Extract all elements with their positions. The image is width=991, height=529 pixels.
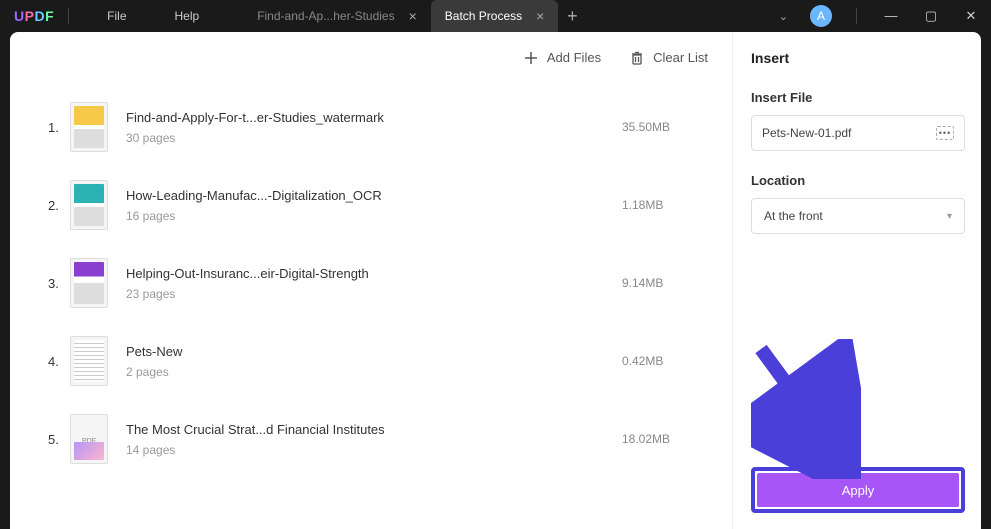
file-pages: 30 pages bbox=[126, 131, 622, 145]
location-label: Location bbox=[751, 173, 965, 188]
file-row[interactable]: 4. Pets-New 2 pages0.42MB bbox=[10, 322, 732, 400]
titlebar: UPDF File Help Find-and-Ap...her-Studies… bbox=[0, 0, 991, 32]
tabs: Find-and-Ap...her-Studies × Batch Proces… bbox=[243, 0, 586, 32]
file-name: Helping-Out-Insuranc...eir-Digital-Stren… bbox=[126, 266, 622, 281]
file-info: Pets-New 2 pages bbox=[126, 344, 622, 379]
content: Add Files Clear List 1. Find-and-Apply-Fo… bbox=[10, 32, 981, 529]
close-icon[interactable]: × bbox=[409, 8, 417, 24]
file-name: Find-and-Apply-For-t...er-Studies_waterm… bbox=[126, 110, 622, 125]
file-size: 0.42MB bbox=[622, 354, 712, 368]
file-name: Pets-New bbox=[126, 344, 622, 359]
file-index: 4. bbox=[48, 354, 70, 369]
chevron-down-icon: ▾ bbox=[947, 211, 952, 222]
chevron-down-icon[interactable]: ⌄ bbox=[767, 10, 800, 23]
tab-find-apply[interactable]: Find-and-Ap...her-Studies × bbox=[243, 0, 431, 32]
app-logo: UPDF bbox=[14, 8, 54, 24]
plus-icon bbox=[523, 50, 539, 66]
divider bbox=[856, 8, 857, 24]
file-pages: 14 pages bbox=[126, 443, 622, 457]
file-pages: 16 pages bbox=[126, 209, 622, 223]
file-name: How-Leading-Manufac...-Digitalization_OC… bbox=[126, 188, 622, 203]
file-index: 3. bbox=[48, 276, 70, 291]
menu-help[interactable]: Help bbox=[151, 9, 224, 23]
file-size: 18.02MB bbox=[622, 432, 712, 446]
file-size: 9.14MB bbox=[622, 276, 712, 290]
panel-title: Insert bbox=[751, 50, 965, 66]
apply-highlight: Apply bbox=[751, 467, 965, 513]
divider bbox=[68, 8, 69, 24]
add-files-label: Add Files bbox=[547, 50, 601, 65]
file-pages: 23 pages bbox=[126, 287, 622, 301]
file-row[interactable]: 2. How-Leading-Manufac...-Digitalization_… bbox=[10, 166, 732, 244]
file-info: Helping-Out-Insuranc...eir-Digital-Stren… bbox=[126, 266, 622, 301]
insert-file-value: Pets-New-01.pdf bbox=[762, 126, 851, 140]
file-area: Add Files Clear List 1. Find-and-Apply-Fo… bbox=[10, 32, 732, 529]
file-toolbar: Add Files Clear List bbox=[10, 32, 732, 84]
file-info: The Most Crucial Strat...d Financial Ins… bbox=[126, 422, 622, 457]
close-button[interactable]: ✕ bbox=[951, 0, 991, 32]
insert-file-picker[interactable]: Pets-New-01.pdf ••• bbox=[751, 115, 965, 151]
new-tab-button[interactable]: + bbox=[558, 6, 586, 27]
side-panel: Insert Insert File Pets-New-01.pdf ••• L… bbox=[733, 32, 981, 529]
apply-button[interactable]: Apply bbox=[757, 473, 959, 507]
tab-label: Find-and-Ap...her-Studies bbox=[257, 9, 394, 23]
file-index: 5. bbox=[48, 432, 70, 447]
insert-file-label: Insert File bbox=[751, 90, 965, 105]
add-files-button[interactable]: Add Files bbox=[523, 50, 601, 66]
tab-batch-process[interactable]: Batch Process × bbox=[431, 0, 559, 32]
file-index: 1. bbox=[48, 120, 70, 135]
file-thumbnail bbox=[70, 102, 108, 152]
avatar[interactable]: A bbox=[810, 5, 832, 27]
file-row[interactable]: 1. Find-and-Apply-For-t...er-Studies_wate… bbox=[10, 88, 732, 166]
file-thumbnail bbox=[70, 336, 108, 386]
file-list: 1. Find-and-Apply-For-t...er-Studies_wate… bbox=[10, 84, 732, 529]
tab-label: Batch Process bbox=[445, 9, 522, 23]
maximize-button[interactable]: ▢ bbox=[911, 0, 951, 32]
file-name: The Most Crucial Strat...d Financial Ins… bbox=[126, 422, 622, 437]
file-pages: 2 pages bbox=[126, 365, 622, 379]
file-thumbnail bbox=[70, 258, 108, 308]
file-size: 1.18MB bbox=[622, 198, 712, 212]
file-info: Find-and-Apply-For-t...er-Studies_waterm… bbox=[126, 110, 622, 145]
location-select[interactable]: At the front ▾ bbox=[751, 198, 965, 234]
close-icon[interactable]: × bbox=[536, 8, 544, 24]
titlebar-right: ⌄ A — ▢ ✕ bbox=[767, 0, 991, 32]
location-value: At the front bbox=[764, 209, 823, 223]
clear-list-label: Clear List bbox=[653, 50, 708, 65]
browse-icon[interactable]: ••• bbox=[936, 126, 954, 140]
file-thumbnail bbox=[70, 180, 108, 230]
file-thumbnail: PDF bbox=[70, 414, 108, 464]
clear-list-button[interactable]: Clear List bbox=[629, 50, 708, 66]
file-size: 35.50MB bbox=[622, 120, 712, 134]
file-info: How-Leading-Manufac...-Digitalization_OC… bbox=[126, 188, 622, 223]
file-row[interactable]: 3. Helping-Out-Insuranc...eir-Digital-Str… bbox=[10, 244, 732, 322]
file-index: 2. bbox=[48, 198, 70, 213]
file-row[interactable]: 5.PDF The Most Crucial Strat...d Financia… bbox=[10, 400, 732, 478]
minimize-button[interactable]: — bbox=[871, 0, 911, 32]
menu-file[interactable]: File bbox=[83, 9, 150, 23]
trash-icon bbox=[629, 50, 645, 66]
